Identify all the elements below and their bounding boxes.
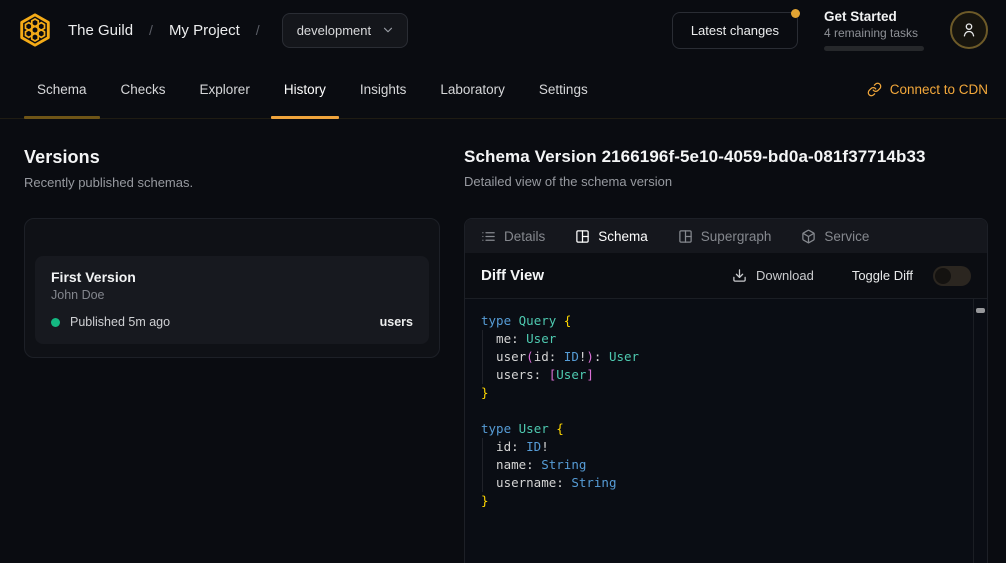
get-started-subtitle: 4 remaining tasks — [824, 26, 924, 40]
nav-tab-explorer[interactable]: Explorer — [187, 60, 263, 118]
version-detail-panel: Schema Version 2166196f-5e10-4059-bd0a-0… — [464, 119, 1006, 563]
chevron-down-icon — [381, 23, 395, 37]
versions-subtitle: Recently published schemas. — [24, 175, 440, 190]
guild-logo-icon[interactable] — [16, 11, 54, 49]
cube-icon — [801, 229, 816, 244]
latest-changes-button[interactable]: Latest changes — [672, 12, 798, 49]
user-icon — [959, 20, 979, 40]
latest-changes-label: Latest changes — [691, 23, 779, 38]
link-icon — [867, 82, 882, 97]
toggle-diff-label: Toggle Diff — [852, 268, 913, 283]
columns-icon — [575, 229, 590, 244]
detail-tab-schema[interactable]: Schema — [575, 229, 648, 244]
breadcrumb-project[interactable]: My Project — [169, 22, 240, 39]
connect-to-cdn-link[interactable]: Connect to CDN — [867, 60, 988, 118]
code-line: name: String — [481, 456, 973, 474]
target-selector[interactable]: development — [282, 13, 408, 48]
code-line: username: String — [481, 474, 973, 492]
service-badge: users — [380, 315, 413, 329]
list-icon — [481, 229, 496, 244]
nav-tab-schema[interactable]: Schema — [24, 60, 100, 118]
diff-view-title: Diff View — [481, 267, 544, 284]
code-line: } — [481, 384, 973, 402]
code-line — [481, 402, 973, 420]
nav-tab-label: Checks — [121, 82, 166, 97]
detail-tab-label: Details — [504, 229, 545, 244]
detail-tab-list: Details Schema Supergraph Service — [465, 219, 987, 253]
toggle-diff-switch[interactable] — [933, 266, 971, 286]
versions-panel: Versions Recently published schemas. Fir… — [0, 119, 464, 563]
nav-tab-history[interactable]: History — [271, 60, 339, 118]
detail-tab-label: Service — [824, 229, 869, 244]
nav-tab-label: Schema — [37, 82, 87, 97]
detail-tab-supergraph[interactable]: Supergraph — [678, 229, 772, 244]
target-selector-value: development — [297, 23, 371, 38]
published-status-dot — [51, 318, 60, 327]
toggle-knob — [935, 268, 951, 284]
app-root: The Guild / My Project / development Lat… — [0, 0, 1006, 563]
code-line: type Query { — [481, 312, 973, 330]
graphql-sdl-code[interactable]: type Query { me: User user(id: ID!): Use… — [465, 299, 973, 563]
download-icon — [732, 268, 747, 283]
code-scrollbar-thumb[interactable] — [976, 308, 985, 313]
nav-tab-label: History — [284, 82, 326, 97]
version-author: John Doe — [51, 288, 413, 302]
main-content: Versions Recently published schemas. Fir… — [0, 119, 1006, 563]
schema-version-title: Schema Version 2166196f-5e10-4059-bd0a-0… — [464, 147, 988, 167]
diff-view-toolbar: Diff View Download Toggle Diff — [465, 253, 987, 299]
version-status: Published 5m ago — [70, 315, 170, 329]
connect-to-cdn-label: Connect to CDN — [890, 82, 988, 97]
schema-viewer: Details Schema Supergraph Service Diff View… — [464, 218, 988, 563]
columns-icon — [678, 229, 693, 244]
main-nav: Schema Checks Explorer History Insights Labor… — [0, 60, 1006, 119]
download-label: Download — [756, 268, 814, 283]
nav-tab-insights[interactable]: Insights — [347, 60, 420, 118]
schema-version-subtitle: Detailed view of the schema version — [464, 174, 988, 189]
nav-tab-label: Settings — [539, 82, 588, 97]
top-header: The Guild / My Project / development Lat… — [0, 0, 1006, 60]
user-avatar-button[interactable] — [950, 11, 988, 49]
nav-tab-checks[interactable]: Checks — [108, 60, 179, 118]
code-line: type User { — [481, 420, 973, 438]
nav-tab-laboratory[interactable]: Laboratory — [427, 60, 518, 118]
code-line: me: User — [481, 330, 973, 348]
download-button[interactable]: Download — [732, 268, 814, 283]
version-list-item[interactable]: First Version John Doe Published 5m ago … — [35, 256, 429, 344]
breadcrumb-org[interactable]: The Guild — [68, 22, 133, 39]
versions-list: First Version John Doe Published 5m ago … — [24, 218, 440, 358]
get-started-progressbar — [824, 46, 924, 51]
breadcrumb-separator: / — [256, 22, 260, 38]
notification-dot — [791, 9, 800, 18]
detail-tab-service[interactable]: Service — [801, 229, 869, 244]
nav-tab-list: Schema Checks Explorer History Insights Labor… — [24, 60, 601, 118]
code-line: } — [481, 492, 973, 510]
detail-tab-details[interactable]: Details — [481, 229, 545, 244]
code-line: id: ID! — [481, 438, 973, 456]
nav-tab-settings[interactable]: Settings — [526, 60, 601, 118]
nav-tab-label: Insights — [360, 82, 407, 97]
code-line: user(id: ID!): User — [481, 348, 973, 366]
nav-tab-label: Explorer — [200, 82, 250, 97]
get-started-title: Get Started — [824, 9, 924, 24]
code-scrollbar[interactable] — [973, 299, 987, 563]
detail-tab-label: Supergraph — [701, 229, 772, 244]
versions-title: Versions — [24, 147, 440, 168]
nav-tab-label: Laboratory — [440, 82, 505, 97]
code-line: users: [User] — [481, 366, 973, 384]
version-title: First Version — [51, 269, 413, 285]
breadcrumb-separator: / — [149, 22, 153, 38]
get-started-widget[interactable]: Get Started 4 remaining tasks — [824, 9, 924, 51]
schema-code-block: type Query { me: User user(id: ID!): Use… — [465, 299, 987, 563]
detail-tab-label: Schema — [598, 229, 648, 244]
